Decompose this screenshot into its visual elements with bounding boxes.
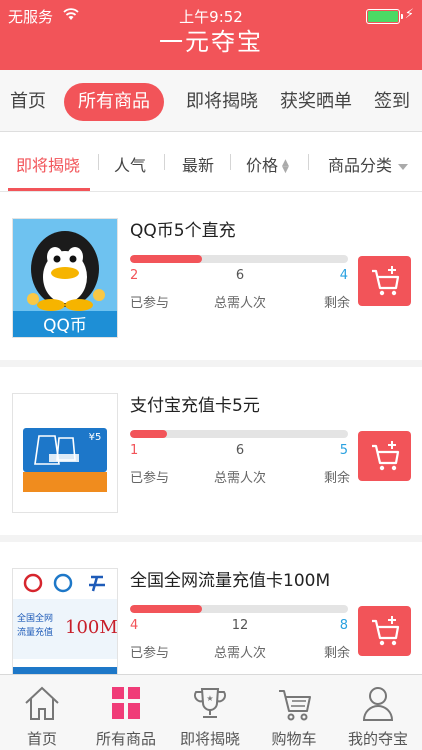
- user-icon: [362, 687, 394, 721]
- add-cart-icon: [372, 266, 400, 296]
- product-image-data-card: 全国全网 流量充值 100M: [12, 568, 118, 674]
- product-name: QQ币5个直充: [130, 221, 236, 241]
- progress-bar: [130, 605, 348, 613]
- remaining-count: 5: [339, 443, 348, 458]
- category-nav: 首页 所有商品 即将揭晓 获奖晒单 签到: [0, 70, 422, 132]
- app-header: 无服务 上午9:52 ⚡ 一元夺宝: [0, 0, 422, 70]
- divider: [98, 154, 99, 170]
- add-to-cart-button[interactable]: [358, 256, 411, 306]
- total-count: 12: [231, 618, 249, 633]
- tabbar-home[interactable]: 首页: [0, 675, 84, 750]
- filter-category[interactable]: 商品分类: [328, 152, 409, 176]
- trophy-icon: ★: [193, 688, 227, 718]
- add-cart-icon: [372, 616, 400, 646]
- product-image-alipay: ¥5: [12, 393, 118, 513]
- home-icon: [25, 686, 59, 720]
- active-filter-indicator: [8, 188, 90, 191]
- total-label: 总需人次: [213, 646, 266, 661]
- filter-newest[interactable]: 最新: [182, 152, 214, 176]
- tabbar-coming-soon[interactable]: ★ 即将揭晓: [168, 675, 252, 750]
- filter-popularity[interactable]: 人气: [114, 152, 146, 176]
- page-title: 一元夺宝: [159, 28, 263, 56]
- filter-category-label: 商品分类: [328, 156, 393, 175]
- svg-text:全国全网: 全国全网: [17, 612, 53, 624]
- progress-fill: [130, 605, 202, 613]
- tabbar-cart[interactable]: 购物车: [252, 675, 336, 750]
- svg-text:★: ★: [206, 694, 213, 703]
- filter-coming-soon[interactable]: 即将揭晓: [16, 152, 80, 176]
- product-image-text: ¥5: [89, 432, 102, 443]
- product-item[interactable]: QQ币 QQ币5个直充 2 6 4 已参与 总需人次 剩余: [0, 192, 422, 360]
- tab-coming-soon[interactable]: 即将揭晓: [186, 86, 258, 118]
- progress-bar: [130, 430, 348, 438]
- product-list: QQ币 QQ币5个直充 2 6 4 已参与 总需人次 剩余 ¥5 支付宝充值卡5…: [0, 192, 422, 674]
- total-count: 6: [235, 443, 245, 458]
- progress-fill: [130, 255, 202, 263]
- remaining-label: 剩余: [323, 471, 350, 486]
- caret-down-icon: [398, 163, 409, 170]
- svg-text:流量充值: 流量充值: [17, 626, 53, 638]
- product-name: 支付宝充值卡5元: [130, 396, 260, 416]
- grid-icon: [112, 687, 140, 719]
- tabbar-label: 即将揭晓: [179, 730, 240, 748]
- tabbar-all-products[interactable]: 所有商品: [84, 675, 168, 750]
- product-name: 全国全网流量充值卡100M: [130, 571, 331, 591]
- sort-arrows-icon: ▲ ▼: [282, 157, 289, 175]
- tabbar-label: 首页: [26, 730, 57, 748]
- tabbar-my-account[interactable]: 我的夺宝: [336, 675, 420, 750]
- tab-checkin[interactable]: 签到: [374, 86, 410, 118]
- remaining-label: 剩余: [323, 296, 350, 311]
- product-image-text: QQ币: [43, 316, 87, 336]
- filter-bar: 即将揭晓 人气 最新 价格 ▲ ▼ 商品分类: [0, 132, 422, 192]
- divider: [308, 154, 309, 170]
- divider: [230, 154, 231, 170]
- product-item[interactable]: ¥5 支付宝充值卡5元 1 6 5 已参与 总需人次 剩余: [0, 367, 422, 535]
- progress-bar: [130, 255, 348, 263]
- add-cart-icon: [372, 441, 400, 471]
- add-to-cart-button[interactable]: [358, 606, 411, 656]
- svg-text:100M: 100M: [65, 617, 117, 638]
- total-label: 总需人次: [213, 471, 266, 486]
- remaining-count: 8: [339, 618, 348, 633]
- total-label: 总需人次: [213, 296, 266, 311]
- remaining-label: 剩余: [323, 646, 350, 661]
- tab-winners-share[interactable]: 获奖晒单: [280, 86, 352, 118]
- total-count: 6: [235, 268, 245, 283]
- product-item[interactable]: 全国全网 流量充值 100M 全国全网流量充值卡100M 4 12 8 已参与 …: [0, 542, 422, 674]
- filter-price-label: 价格: [246, 156, 279, 175]
- tab-home[interactable]: 首页: [10, 86, 46, 118]
- progress-fill: [130, 430, 168, 438]
- filter-price[interactable]: 价格 ▲ ▼: [246, 152, 289, 176]
- tabbar-label: 所有商品: [95, 730, 156, 748]
- cart-icon: [279, 690, 311, 721]
- bottom-tab-bar: 首页 所有商品 ★ 即将揭晓 购物车 我的夺宝: [0, 674, 422, 750]
- charging-icon: ⚡: [404, 7, 414, 22]
- product-image-qq: QQ币: [12, 218, 118, 338]
- tabbar-label: 我的夺宝: [347, 730, 408, 748]
- add-to-cart-button[interactable]: [358, 431, 411, 481]
- remaining-count: 4: [339, 268, 348, 283]
- tabbar-label: 购物车: [271, 730, 317, 748]
- tab-all-products[interactable]: 所有商品: [64, 83, 164, 121]
- divider: [164, 154, 165, 170]
